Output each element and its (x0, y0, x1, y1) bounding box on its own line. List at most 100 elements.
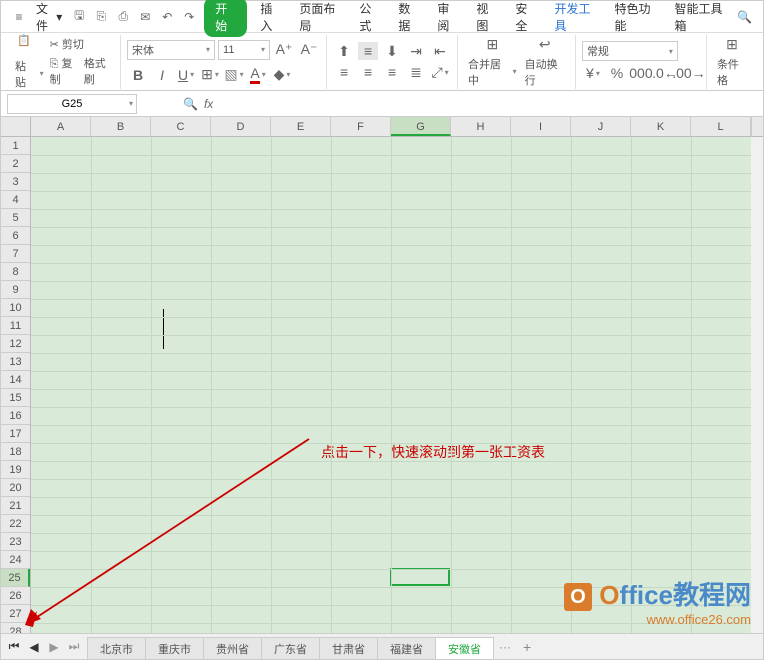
select-all-corner[interactable] (1, 117, 31, 137)
percent-button[interactable]: % (607, 64, 627, 82)
tab-view[interactable]: 视图 (468, 0, 505, 36)
fx-label[interactable]: fx (204, 97, 213, 111)
fill-color-button[interactable]: ▧▾ (224, 66, 244, 84)
row-header-19[interactable]: 19 (1, 461, 30, 479)
tab-nav-first-icon[interactable]: ⏮ (5, 638, 23, 656)
row-header-6[interactable]: 6 (1, 227, 30, 245)
decrease-font-icon[interactable]: A⁻ (299, 41, 319, 59)
col-header-C[interactable]: C (151, 117, 211, 136)
row-header-23[interactable]: 23 (1, 533, 30, 551)
align-top-icon[interactable]: ⬆ (334, 42, 354, 60)
align-center-icon[interactable]: ≡ (358, 63, 378, 81)
tab-insert[interactable]: 插入 (252, 0, 289, 36)
name-box[interactable]: G25▾ (7, 94, 137, 114)
save-as-icon[interactable]: ⎘ (94, 9, 108, 25)
row-header-7[interactable]: 7 (1, 245, 30, 263)
col-header-I[interactable]: I (511, 117, 571, 136)
sheet-tab[interactable]: 甘肃省 (319, 637, 378, 659)
col-header-E[interactable]: E (271, 117, 331, 136)
row-header-16[interactable]: 16 (1, 407, 30, 425)
align-right-icon[interactable]: ≡ (382, 63, 402, 81)
underline-button[interactable]: U▾ (176, 66, 196, 84)
search-icon[interactable]: 🔍 (737, 9, 752, 25)
column-headers[interactable]: ABCDEFGHIJKLM (31, 117, 751, 137)
row-header-10[interactable]: 10 (1, 299, 30, 317)
col-header-D[interactable]: D (211, 117, 271, 136)
row-header-26[interactable]: 26 (1, 587, 30, 605)
col-header-F[interactable]: F (331, 117, 391, 136)
comma-button[interactable]: 000 (631, 64, 651, 82)
row-header-25[interactable]: 25 (1, 569, 30, 587)
tab-nav-last-icon[interactable]: ⏭ (65, 638, 83, 656)
tab-data[interactable]: 数据 (390, 0, 427, 36)
sheet-tab[interactable]: 福建省 (377, 637, 436, 659)
row-header-9[interactable]: 9 (1, 281, 30, 299)
row-header-18[interactable]: 18 (1, 443, 30, 461)
redo-icon[interactable]: ↷ (182, 9, 196, 25)
row-header-2[interactable]: 2 (1, 155, 30, 173)
row-header-14[interactable]: 14 (1, 371, 30, 389)
row-header-11[interactable]: 11 (1, 317, 30, 335)
vertical-scrollbar[interactable] (751, 137, 763, 633)
align-bottom-icon[interactable]: ⬇ (382, 42, 402, 60)
col-header-G[interactable]: G (391, 117, 451, 136)
cond-format-button[interactable]: ⊞ 条件格 (713, 34, 751, 90)
tab-smart-toolbox[interactable]: 智能工具箱 (667, 0, 736, 36)
align-left-icon[interactable]: ≡ (334, 63, 354, 81)
row-header-17[interactable]: 17 (1, 425, 30, 443)
row-header-12[interactable]: 12 (1, 335, 30, 353)
tab-review[interactable]: 审阅 (429, 0, 466, 36)
tab-start[interactable]: 开始 (204, 0, 247, 37)
col-header-K[interactable]: K (631, 117, 691, 136)
print-icon[interactable]: ⎙ (116, 9, 130, 25)
tab-special[interactable]: 特色功能 (606, 0, 664, 36)
row-header-27[interactable]: 27 (1, 605, 30, 623)
decrease-decimal-button[interactable]: .00→ (679, 64, 699, 82)
highlight-button[interactable]: ◆▾ (272, 66, 292, 84)
increase-font-icon[interactable]: A⁺ (274, 41, 294, 59)
tab-dev-tools[interactable]: 开发工具 (546, 0, 604, 36)
increase-indent-icon[interactable]: ⇥ (406, 42, 426, 60)
align-middle-icon[interactable]: ≡ (358, 42, 378, 60)
sheet-tab[interactable]: 安徽省 (435, 637, 494, 659)
tab-page-layout[interactable]: 页面布局 (291, 0, 349, 36)
file-menu[interactable]: 文件▾ (31, 0, 67, 36)
row-header-1[interactable]: 1 (1, 137, 30, 155)
save-icon[interactable]: 🖫 (72, 9, 86, 25)
auto-wrap-button[interactable]: ↩ 自动换行 (521, 34, 569, 90)
row-header-22[interactable]: 22 (1, 515, 30, 533)
row-header-3[interactable]: 3 (1, 173, 30, 191)
row-header-21[interactable]: 21 (1, 497, 30, 515)
fx-icon[interactable]: 🔍 (183, 97, 198, 111)
sheet-tab[interactable]: 贵州省 (203, 637, 262, 659)
number-format-select[interactable]: 常规▾ (582, 41, 678, 61)
col-header-A[interactable]: A (31, 117, 91, 136)
format-painter-button[interactable]: 格式刷 (84, 55, 114, 87)
merge-center-button[interactable]: ⊞ 合并居中▾ (464, 34, 521, 90)
tab-more-button[interactable]: ··· (493, 638, 517, 656)
font-select[interactable]: 宋体▾ (127, 40, 215, 60)
col-header-M[interactable]: M (751, 117, 763, 136)
tab-nav-next-icon[interactable]: ▶ (45, 638, 63, 656)
row-header-24[interactable]: 24 (1, 551, 30, 569)
preview-icon[interactable]: ✉ (138, 9, 152, 25)
sheet-tab[interactable]: 广东省 (261, 637, 320, 659)
row-header-8[interactable]: 8 (1, 263, 30, 281)
sheet-tab[interactable]: 北京市 (87, 637, 146, 659)
undo-icon[interactable]: ↶ (160, 9, 174, 25)
font-color-button[interactable]: A▾ (248, 66, 268, 84)
bold-button[interactable]: B (128, 66, 148, 84)
cut-button[interactable]: ✂ 剪切 (50, 36, 114, 52)
tab-nav-prev-icon[interactable]: ◀ (25, 638, 43, 656)
row-header-20[interactable]: 20 (1, 479, 30, 497)
row-header-13[interactable]: 13 (1, 353, 30, 371)
border-button[interactable]: ⊞▾ (200, 66, 220, 84)
spreadsheet-grid[interactable]: ABCDEFGHIJKLM 12345678910111213141516171… (1, 117, 763, 633)
col-header-B[interactable]: B (91, 117, 151, 136)
currency-button[interactable]: ¥▾ (583, 64, 603, 82)
hamburger-icon[interactable]: ≡ (12, 9, 26, 25)
row-header-4[interactable]: 4 (1, 191, 30, 209)
row-header-5[interactable]: 5 (1, 209, 30, 227)
paste-button[interactable]: 📋 粘贴▾ (13, 32, 46, 92)
font-size-select[interactable]: 11▾ (218, 40, 270, 60)
